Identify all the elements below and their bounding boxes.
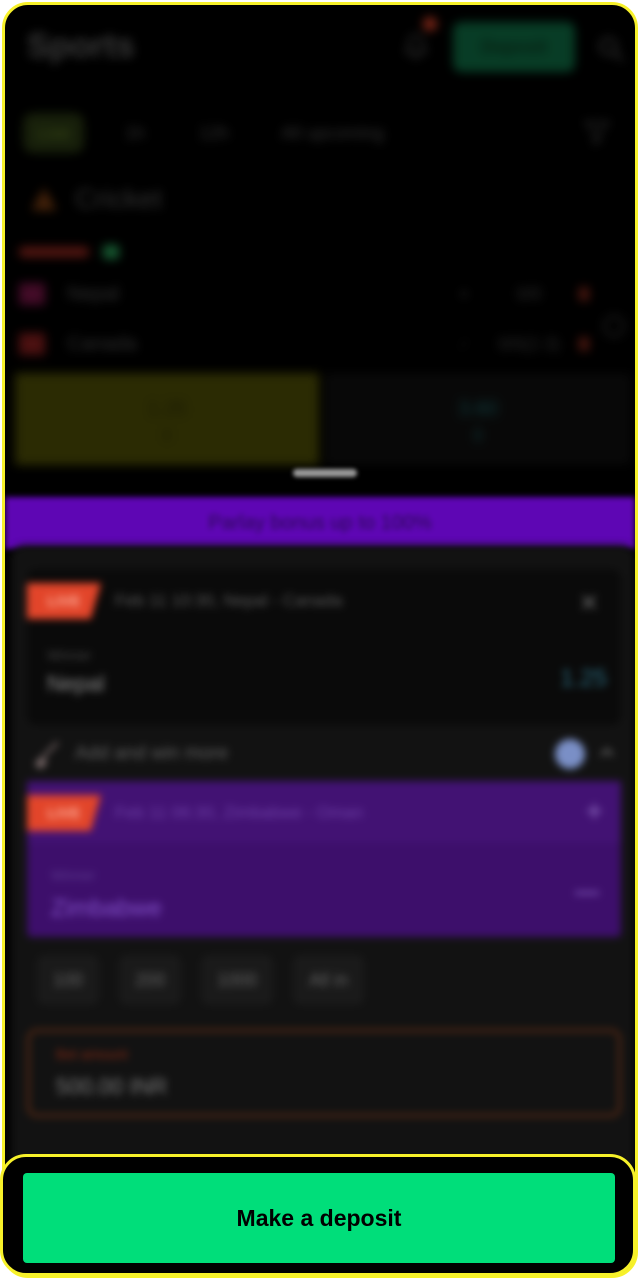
suggested-header: LIVE Feb 11 06:30, Zimbabwe - Oman + bbox=[27, 781, 621, 843]
close-icon[interactable]: ✕ bbox=[579, 589, 599, 618]
odds-value: 3.60 bbox=[458, 397, 498, 420]
rocket-icon bbox=[34, 741, 59, 769]
bet-slip-panel: LIVE Feb 11 10:30, Nepal - Canada ✕ Winn… bbox=[11, 545, 635, 1167]
market-label: Winner bbox=[51, 867, 96, 883]
bet-amount-label: Bet amount bbox=[56, 1046, 128, 1062]
bet-amount-value: 500.00 INR bbox=[56, 1074, 168, 1099]
outcome-label: Zimbabwe bbox=[51, 895, 162, 922]
cta-highlight: Make a deposit bbox=[0, 1154, 636, 1276]
stream-icon bbox=[103, 245, 119, 259]
cricket-icon bbox=[31, 187, 57, 211]
market-label: Winner bbox=[47, 647, 92, 663]
tab-live[interactable]: Live bbox=[23, 113, 85, 153]
bet-amount-field[interactable]: Bet amount 500.00 INR bbox=[27, 1029, 621, 1117]
team-row[interactable]: Canada ∕ 0/0(2.3) bbox=[19, 325, 589, 363]
add-and-win-label: Add and win more bbox=[75, 743, 229, 764]
notification-badge bbox=[423, 17, 437, 31]
coupon-title: Feb 11 10:30, Nepal - Canada bbox=[115, 591, 343, 610]
red-card-icon bbox=[579, 287, 589, 301]
bat-icon: ✦ bbox=[458, 285, 470, 302]
make-deposit-button[interactable]: Make a deposit bbox=[23, 1173, 615, 1263]
tab-1h[interactable]: 1h bbox=[111, 113, 159, 153]
tab-12h[interactable]: 12h bbox=[185, 113, 243, 153]
suggested-coupon[interactable]: LIVE Feb 11 06:30, Zimbabwe - Oman + Win… bbox=[27, 781, 621, 937]
sport-header: Cricket bbox=[27, 177, 162, 221]
filter-icon[interactable] bbox=[580, 115, 614, 149]
red-card-icon bbox=[579, 337, 589, 351]
dash-icon bbox=[575, 891, 599, 895]
odds-button-2[interactable]: 3.60 bbox=[325, 373, 631, 465]
live-badge: LIVE bbox=[27, 795, 101, 831]
stats-icon[interactable] bbox=[599, 311, 629, 341]
odds-value: 1.25 bbox=[147, 397, 187, 420]
odds-tick bbox=[476, 428, 480, 441]
flag-icon bbox=[19, 333, 45, 355]
team-score: 0/0(2.3) bbox=[497, 333, 561, 354]
match-meta bbox=[19, 241, 629, 267]
page-title: Sports bbox=[27, 27, 135, 65]
coupon-odd: 1.25 bbox=[560, 665, 607, 692]
live-indicator bbox=[19, 247, 89, 257]
odds-tick bbox=[165, 428, 169, 441]
blurred-sports-page: Sports Deposit Live 1h 12h All upcoming … bbox=[5, 5, 635, 505]
tab-all-upcoming[interactable]: All upcoming bbox=[267, 113, 398, 153]
odds-button-1[interactable]: 1.25 bbox=[15, 373, 319, 465]
ball-icon: ∕ bbox=[462, 336, 466, 352]
add-and-win-row[interactable]: Add and win more bbox=[27, 731, 621, 777]
promo-banner[interactable]: Parlay bonus up to 100% bbox=[5, 497, 635, 549]
quick-stakes: 100 200 1000 All in bbox=[37, 955, 384, 1005]
coupon-selection: Winner Nepal 1.25 bbox=[47, 647, 607, 717]
search-icon[interactable] bbox=[595, 33, 627, 65]
flag-icon bbox=[19, 283, 45, 305]
bell-icon[interactable] bbox=[399, 31, 433, 65]
live-badge: LIVE bbox=[27, 583, 101, 619]
coupon-header: LIVE Feb 11 10:30, Nepal - Canada ✕ bbox=[27, 583, 621, 621]
plus-icon[interactable]: + bbox=[585, 795, 603, 829]
stake-chip-1000[interactable]: 1000 bbox=[201, 955, 274, 1005]
info-icon[interactable] bbox=[555, 739, 585, 769]
coupon-card: LIVE Feb 11 10:30, Nepal - Canada ✕ Winn… bbox=[27, 569, 621, 725]
outcome-label: Nepal bbox=[47, 671, 105, 696]
stake-chip-200[interactable]: 200 bbox=[119, 955, 182, 1005]
team-row[interactable]: Nepal ✦ 0/0 bbox=[19, 275, 589, 313]
sheet-grabber[interactable] bbox=[293, 469, 357, 477]
team-score: 0/0 bbox=[516, 283, 542, 304]
team-name: Nepal bbox=[67, 282, 120, 305]
top-bar: Sports Deposit bbox=[5, 5, 635, 93]
time-filter-tabs: Live 1h 12h All upcoming bbox=[5, 105, 635, 161]
phone-frame: Sports Deposit Live 1h 12h All upcoming … bbox=[2, 2, 638, 1278]
suggested-title: Feb 11 06:30, Zimbabwe - Oman bbox=[115, 803, 364, 822]
stake-chip-100[interactable]: 100 bbox=[37, 955, 100, 1005]
sport-name: Cricket bbox=[75, 183, 163, 214]
promo-text: Parlay bonus up to 100% bbox=[208, 511, 432, 534]
deposit-button[interactable]: Deposit bbox=[453, 22, 575, 72]
stake-chip-all-in[interactable]: All in bbox=[293, 955, 365, 1005]
chevron-up-icon[interactable] bbox=[597, 743, 617, 763]
team-name: Canada bbox=[67, 332, 138, 355]
